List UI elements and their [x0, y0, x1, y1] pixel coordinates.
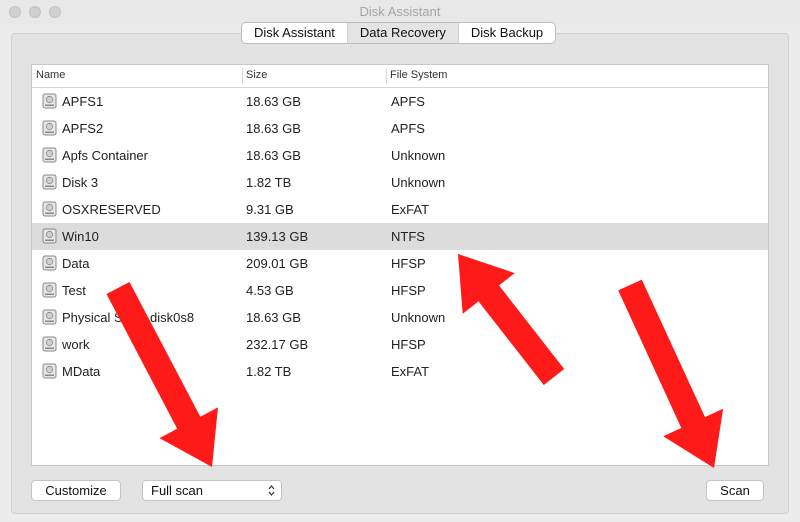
updown-chevron-icon [268, 485, 275, 496]
column-divider[interactable] [242, 68, 243, 84]
volume-size: 232.17 GB [246, 337, 309, 352]
scan-mode-select[interactable]: Full scan [142, 480, 282, 501]
table-row[interactable]: Disk 3 1.82 TB Unknown [32, 169, 768, 196]
volume-name: APFS2 [62, 121, 104, 136]
disk-icon [42, 228, 57, 244]
volume-name: MData [62, 364, 101, 379]
volume-name-tail: disk0s8 [150, 310, 195, 325]
disk-icon [42, 363, 57, 379]
table-header: Name Size File System [32, 65, 768, 88]
volume-name: Test [62, 283, 86, 298]
table-row[interactable]: Physical S disk0s8 18.63 GB Unknown [32, 304, 768, 331]
column-divider[interactable] [386, 68, 387, 84]
table-row[interactable]: Win10 139.13 GB NTFS [32, 223, 768, 250]
volume-size: 18.63 GB [246, 148, 301, 163]
column-header-size[interactable]: Size [246, 69, 267, 81]
disk-icon [42, 120, 57, 136]
volume-file-system: APFS [391, 94, 425, 109]
tab-disk-backup[interactable]: Disk Backup [459, 23, 555, 43]
volume-name: Physical S [62, 310, 123, 325]
disk-icon [42, 282, 57, 298]
window-title: Disk Assistant [359, 4, 441, 19]
table-row[interactable]: OSXRESERVED 9.31 GB ExFAT [32, 196, 768, 223]
volume-size: 9.31 GB [246, 202, 294, 217]
volume-name: OSXRESERVED [62, 202, 161, 217]
volume-size: 18.63 GB [246, 310, 301, 325]
volume-name: Apfs Container [62, 148, 148, 163]
volume-file-system: ExFAT [391, 202, 430, 217]
table-row[interactable]: Data 209.01 GB HFSP [32, 250, 768, 277]
volume-file-system: Unknown [391, 310, 446, 325]
volume-file-system: Unknown [391, 175, 446, 190]
volume-name: Data [62, 256, 90, 271]
volume-size: 4.53 GB [246, 283, 294, 298]
volume-file-system: ExFAT [391, 364, 430, 379]
volume-name: work [62, 337, 90, 352]
volume-size: 18.63 GB [246, 121, 301, 136]
customize-button[interactable]: Customize [31, 480, 121, 501]
table-row[interactable]: APFS2 18.63 GB APFS [32, 115, 768, 142]
scan-mode-value: Full scan [151, 483, 204, 498]
title-bar: Disk Assistant [0, 0, 800, 24]
disk-icon [42, 336, 57, 352]
table-row[interactable]: work 232.17 GB HFSP [32, 331, 768, 358]
volume-name: APFS1 [62, 94, 104, 109]
volume-file-system: HFSP [391, 283, 426, 298]
column-header-file-system[interactable]: File System [390, 69, 447, 81]
tab-bar: Disk Assistant Data Recovery Disk Backup [241, 22, 557, 44]
table-row[interactable]: Test 4.53 GB HFSP [32, 277, 768, 304]
volume-file-system: Unknown [391, 148, 446, 163]
volume-file-system: HFSP [391, 337, 426, 352]
volume-file-system: NTFS [391, 229, 425, 244]
volume-size: 1.82 TB [246, 364, 292, 379]
scan-button[interactable]: Scan [706, 480, 764, 501]
volume-size: 209.01 GB [246, 256, 309, 271]
disk-icon [42, 174, 57, 190]
volume-name: Win10 [62, 229, 99, 244]
tab-data-recovery[interactable]: Data Recovery [347, 23, 459, 43]
disk-icon [42, 255, 57, 271]
volume-file-system: APFS [391, 121, 425, 136]
table-row[interactable]: MData 1.82 TB ExFAT [32, 358, 768, 385]
table-row[interactable]: Apfs Container 18.63 GB Unknown [32, 142, 768, 169]
disk-icon [42, 147, 57, 163]
volume-file-system: HFSP [391, 256, 426, 271]
disk-icon [42, 201, 57, 217]
disk-icon [42, 309, 57, 325]
volume-size: 18.63 GB [246, 94, 301, 109]
column-header-name[interactable]: Name [36, 69, 65, 81]
volume-size: 139.13 GB [246, 229, 309, 244]
table-row[interactable]: APFS1 18.63 GB APFS [32, 88, 768, 115]
volume-table: Name Size File System APFS1 18.63 GB APFS A… [31, 64, 769, 466]
tab-disk-assistant[interactable]: Disk Assistant [242, 23, 348, 43]
volume-size: 1.82 TB [246, 175, 292, 190]
disk-icon [42, 93, 57, 109]
volume-name: Disk 3 [62, 175, 99, 190]
